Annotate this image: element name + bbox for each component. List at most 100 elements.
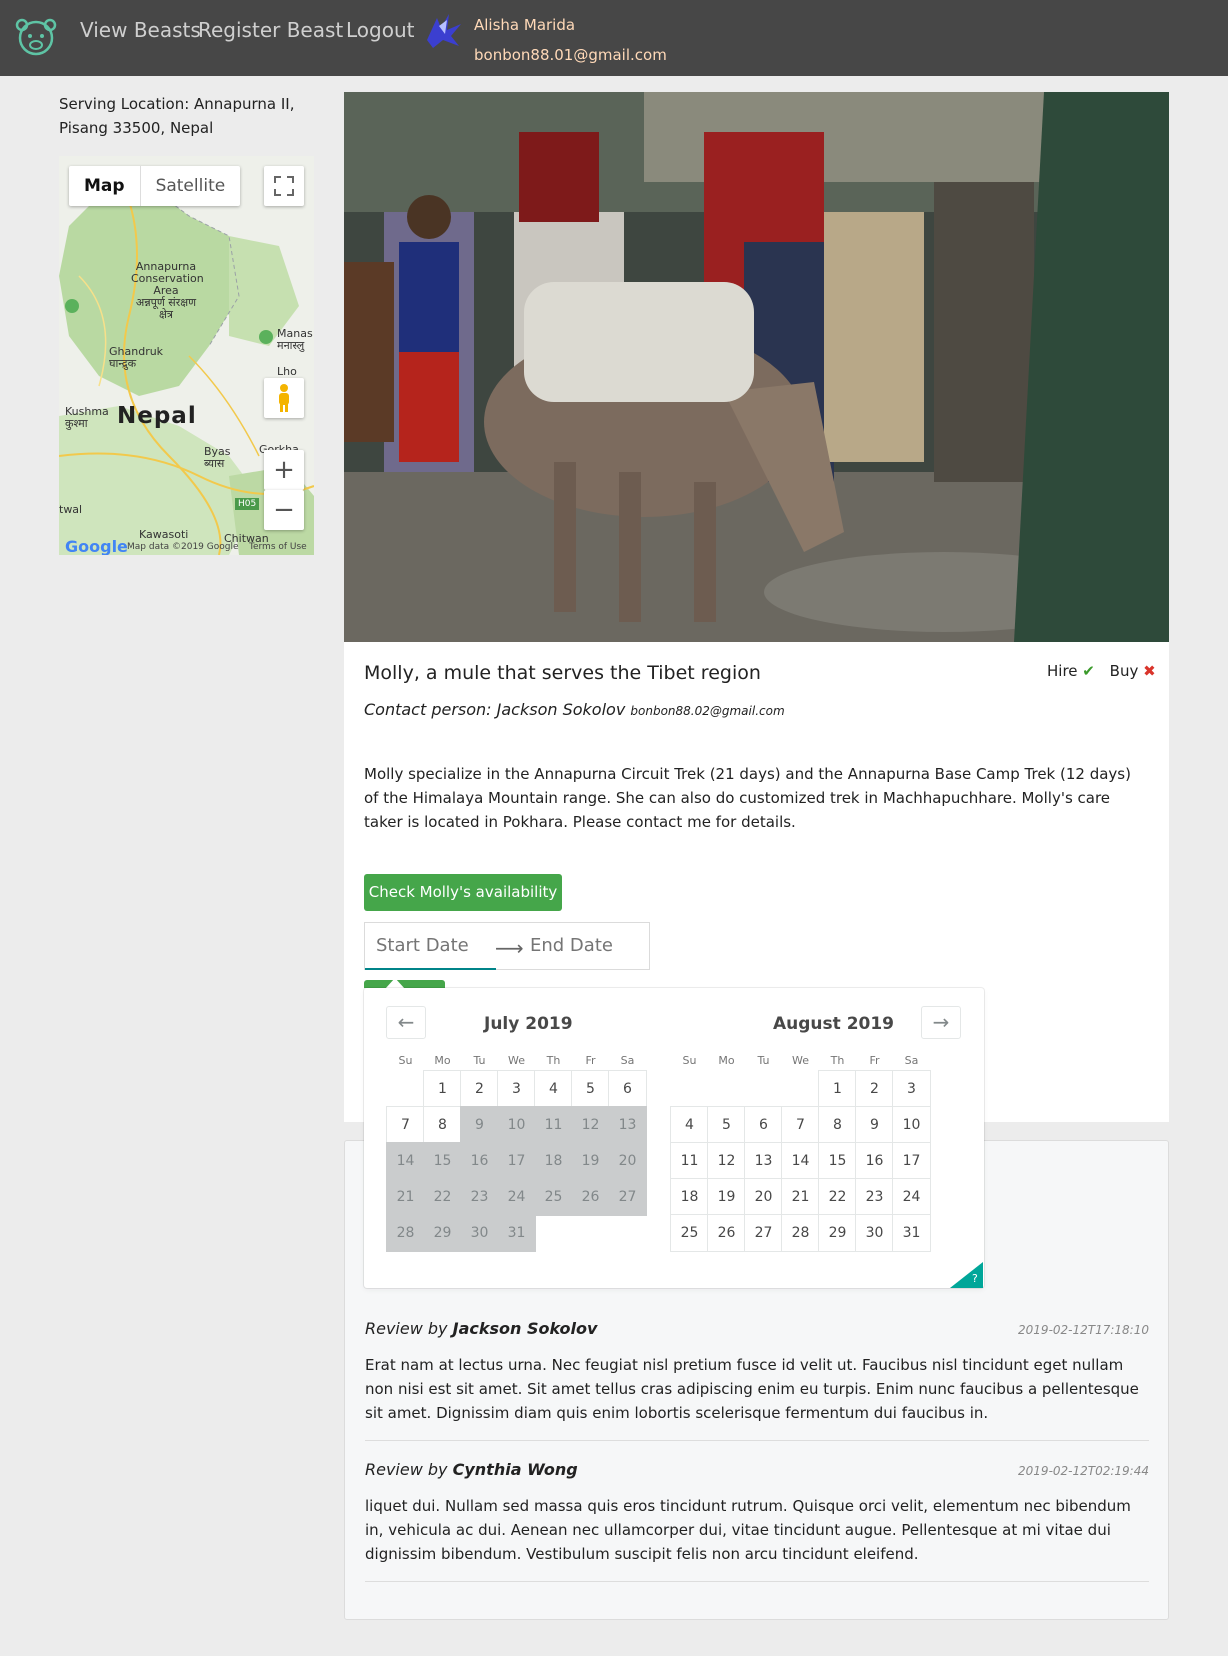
beast-logo-icon[interactable] [14, 16, 58, 60]
date-range-picker: Start Date ⟶ End Date [364, 922, 650, 970]
nav-logout[interactable]: Logout [346, 18, 414, 42]
fullscreen-icon[interactable] [264, 166, 304, 206]
calendar-day[interactable]: 22 [818, 1178, 857, 1216]
calendar-day[interactable]: 3 [892, 1070, 931, 1108]
calendar-day[interactable]: 8 [818, 1106, 857, 1144]
avatar[interactable] [423, 10, 465, 50]
calendar-day[interactable]: 4 [534, 1070, 573, 1108]
google-logo: Google [65, 537, 128, 555]
prev-month-arrow-icon[interactable]: ← [386, 1006, 426, 1039]
review-header: Review by Jackson Sokolov [365, 1319, 597, 1338]
calendar-day[interactable]: 7 [386, 1106, 425, 1144]
contact-person: Contact person: Jackson Sokolov bonbon88… [364, 700, 785, 719]
calendar-day[interactable]: 1 [818, 1070, 857, 1108]
calendar-day[interactable]: 2 [460, 1070, 499, 1108]
location-map[interactable]: Annapurna Conservation Area अन्नपूर्ण संर… [59, 156, 314, 555]
hire-label: Hire [1047, 662, 1078, 680]
calendar-day[interactable]: 14 [781, 1142, 820, 1180]
availability-calendar: ← → July 2019 August 2019 Su Mo Tu We Th Fr Sa… [364, 988, 984, 1288]
calendar-day[interactable]: 15 [818, 1142, 857, 1180]
calendar-day[interactable]: 11 [670, 1142, 709, 1180]
calendar-day[interactable]: 3 [497, 1070, 536, 1108]
weekday-label: We [792, 1054, 809, 1067]
review-prefix: Review by [365, 1319, 448, 1338]
calendar-day[interactable]: 7 [781, 1106, 820, 1144]
nav-register-beast[interactable]: Register Beast [198, 18, 343, 42]
month-title-left: July 2019 [484, 1014, 573, 1034]
nav-view-beasts[interactable]: View Beasts [80, 18, 201, 42]
calendar-day-blocked: 18 [534, 1142, 573, 1180]
weekday-label: Fr [585, 1054, 596, 1067]
calendar-day-blocked: 31 [497, 1214, 536, 1252]
calendar-day[interactable]: 31 [892, 1214, 931, 1252]
review-header: Review by Cynthia Wong [365, 1460, 578, 1479]
end-date-input[interactable]: End Date [530, 935, 613, 956]
calendar-day[interactable]: 18 [670, 1178, 709, 1216]
calendar-day[interactable]: 4 [670, 1106, 709, 1144]
weekday-label: Fr [869, 1054, 880, 1067]
weekday-label: Su [682, 1054, 697, 1067]
calendar-day[interactable]: 29 [818, 1214, 857, 1252]
top-navbar: View Beasts Register Beast Logout Alisha… [0, 0, 1228, 76]
calendar-day[interactable]: 6 [744, 1106, 783, 1144]
calendar-day[interactable]: 13 [744, 1142, 783, 1180]
beast-title: Molly, a mule that serves the Tibet regi… [364, 662, 761, 684]
map-label-manas: Manas मनास्लु [277, 327, 313, 352]
calendar-day[interactable]: 25 [670, 1214, 709, 1252]
start-date-input[interactable]: Start Date [376, 935, 469, 956]
calendar-day[interactable]: 17 [892, 1142, 931, 1180]
calendar-day-blocked: 20 [608, 1142, 647, 1180]
calendar-day[interactable]: 23 [855, 1178, 894, 1216]
zoom-out-icon[interactable]: − [264, 490, 304, 530]
weekday-label: Th [546, 1054, 561, 1067]
calendar-day[interactable]: 9 [855, 1106, 894, 1144]
calendar-day-blocked: 28 [386, 1214, 425, 1252]
calendar-day[interactable]: 1 [423, 1070, 462, 1108]
next-month-arrow-icon[interactable]: → [921, 1006, 961, 1039]
weekday-label: Mo [434, 1054, 451, 1067]
calendar-day[interactable]: 27 [744, 1214, 783, 1252]
beast-description: Molly specialize in the Annapurna Circui… [364, 765, 1131, 831]
review-author: Jackson Sokolov [452, 1319, 598, 1338]
map-type-map-button[interactable]: Map [69, 166, 141, 206]
review-author: Cynthia Wong [452, 1460, 578, 1479]
check-availability-button[interactable]: Check Molly's availability [364, 874, 562, 911]
calendar-day[interactable]: 12 [707, 1142, 746, 1180]
calendar-day[interactable]: 20 [744, 1178, 783, 1216]
cross-icon: ✖ [1143, 662, 1156, 680]
zoom-in-icon[interactable]: + [264, 450, 304, 490]
calendar-day[interactable]: 5 [707, 1106, 746, 1144]
calendar-day[interactable]: 26 [707, 1214, 746, 1252]
map-type-satellite-button[interactable]: Satellite [141, 166, 241, 206]
calendar-day-blocked: 30 [460, 1214, 499, 1252]
calendar-day[interactable]: 30 [855, 1214, 894, 1252]
contact-email: bonbon88.02@gmail.com [630, 704, 785, 718]
keyboard-shortcuts-button[interactable] [950, 1262, 983, 1288]
calendar-day[interactable]: 10 [892, 1106, 931, 1144]
calendar-day-blocked: 15 [423, 1142, 462, 1180]
calendar-day[interactable]: 19 [707, 1178, 746, 1216]
calendar-day[interactable]: 16 [855, 1142, 894, 1180]
review-body: liquet dui. Nullam sed massa quis eros t… [365, 1497, 1131, 1563]
calendar-day-blocked: 19 [571, 1142, 610, 1180]
map-label-byas: Byas ब्यास [204, 445, 231, 470]
calendar-day[interactable]: 8 [423, 1106, 462, 1144]
calendar-day[interactable]: 21 [781, 1178, 820, 1216]
calendar-day[interactable]: 5 [571, 1070, 610, 1108]
review-divider [365, 1440, 1149, 1441]
map-country-label: Nepal [117, 403, 197, 429]
calendar-day-blocked: 25 [534, 1178, 573, 1216]
calendar-day-blocked: 26 [571, 1178, 610, 1216]
calendar-day-blocked: 29 [423, 1214, 462, 1252]
help-icon[interactable]: ? [972, 1272, 978, 1285]
calendar-day[interactable]: 6 [608, 1070, 647, 1108]
street-view-pegman-icon[interactable] [264, 378, 304, 418]
calendar-day-blocked: 16 [460, 1142, 499, 1180]
review-prefix: Review by [365, 1460, 448, 1479]
calendar-day[interactable]: 28 [781, 1214, 820, 1252]
calendar-day[interactable]: 24 [892, 1178, 931, 1216]
calendar-day-blocked: 14 [386, 1142, 425, 1180]
calendar-day[interactable]: 2 [855, 1070, 894, 1108]
map-label-h05: H05 [235, 498, 260, 510]
map-terms-link[interactable]: Terms of Use [249, 542, 307, 552]
